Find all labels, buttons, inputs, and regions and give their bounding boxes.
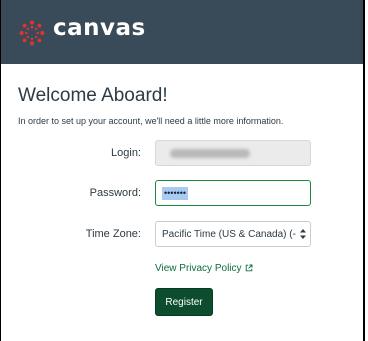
timezone-label: Time Zone: (85, 228, 141, 240)
password-field[interactable]: ••••••• (155, 180, 311, 206)
login-label: Login: (111, 147, 141, 159)
timezone-select[interactable]: Pacific Time (US & Canada) (-08:00) (155, 221, 311, 247)
intro-text: In order to set up your account, we'll n… (18, 116, 284, 126)
page-title: Welcome Aboard! (18, 85, 168, 106)
logo-wordmark: canvas (53, 15, 146, 41)
login-value-redacted (170, 149, 250, 158)
password-value: ••••••• (162, 187, 189, 200)
external-link-icon (245, 264, 252, 272)
privacy-policy-label: View Privacy Policy (155, 263, 242, 274)
login-field (155, 140, 311, 166)
canvas-logo-icon (19, 20, 45, 46)
register-button[interactable]: Register (155, 288, 213, 316)
privacy-policy-link[interactable]: View Privacy Policy (155, 263, 253, 274)
timezone-selected-value: Pacific Time (US & Canada) (-08:00) (162, 229, 296, 240)
select-arrows-icon (300, 229, 306, 239)
app-header: canvas (1, 0, 363, 64)
browser-frame: canvas Welcome Aboard! In order to set u… (0, 0, 365, 341)
password-label: Password: (89, 187, 141, 199)
main-content: Welcome Aboard! In order to set up your … (1, 64, 363, 341)
